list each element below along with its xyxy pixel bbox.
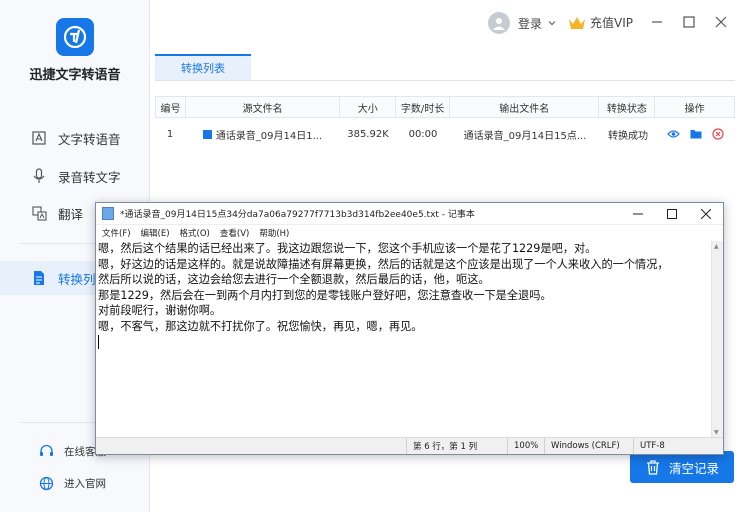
- minimize-icon: [633, 213, 643, 214]
- source-file-name: 通话录音_09月14日1...: [215, 130, 323, 142]
- statusbar-spacer: [96, 438, 406, 454]
- notepad-statusbar: 第 6 行，第 1 列 100% Windows (CRLF) UTF-8: [96, 437, 723, 454]
- menu-edit[interactable]: 编辑(E): [141, 227, 170, 239]
- scroll-down-icon[interactable]: ▼: [714, 429, 719, 436]
- status-text: 转换成功: [608, 130, 648, 142]
- column-header: 输出文件名: [450, 97, 600, 117]
- source-file-cell: 通话录音_09月14日1...: [185, 122, 340, 146]
- login-dropdown[interactable]: 登录: [488, 12, 557, 34]
- maximize-icon: [683, 16, 695, 28]
- table-row: 1 通话录音_09月14日1... 385.92K 00:00 通话录音_09月…: [155, 122, 735, 146]
- notepad-menubar: 文件(F) 编辑(E) 格式(O) 查看(V) 帮助(H): [96, 225, 723, 241]
- translate-icon: [30, 204, 48, 222]
- microphone-icon: [30, 167, 48, 185]
- minimize-button[interactable]: [647, 12, 667, 32]
- logo-icon: [63, 25, 87, 49]
- text-line: 嗯，不客气，那这边就不打扰你了。祝您愉快，再见，嗯，再见。: [98, 319, 423, 333]
- close-icon: [701, 208, 711, 219]
- login-label: 登录: [518, 16, 543, 31]
- close-button[interactable]: [711, 12, 731, 32]
- text-line: 嗯，好这边的话是这样的。就是说故障描述有屏幕更换，然后的话就是这个应该是出现了一…: [98, 257, 669, 271]
- column-header: 操作: [684, 103, 705, 115]
- app-logo: [56, 18, 94, 56]
- notepad-titlebar[interactable]: *通话录音_09月14日15点34分da7a06a79277f7713b3d31…: [96, 203, 723, 225]
- scroll-up-icon[interactable]: ▲: [714, 243, 719, 250]
- line-ending: Windows (CRLF): [544, 438, 633, 454]
- sidebar-official-site[interactable]: 进入官网: [38, 475, 106, 491]
- notepad-icon: [102, 207, 114, 220]
- notepad-close-button[interactable]: [689, 203, 723, 225]
- headset-icon: [38, 443, 54, 459]
- file-size: 385.92K: [347, 128, 389, 140]
- column-header: 源文件名: [186, 97, 341, 117]
- duration: 00:00: [408, 128, 438, 140]
- sidebar-item-label: 翻译: [58, 206, 84, 222]
- text-to-speech-icon: [30, 129, 48, 147]
- row-actions: [656, 122, 735, 146]
- sidebar-item-speech-to-text[interactable]: 录音转文字: [0, 159, 150, 193]
- notepad-window: *通话录音_09月14日15点34分da7a06a79277f7713b3d31…: [95, 202, 724, 455]
- tab-divider: [155, 80, 735, 81]
- zoom-level: 100%: [507, 438, 544, 454]
- vip-label: 充值VIP: [590, 16, 633, 30]
- document-list-icon: [30, 269, 48, 287]
- avatar: [488, 12, 510, 34]
- text-line: 那是1229，然后会在一到两个月内打到您的是零钱账户登好吧，您注意查收一下是全退…: [98, 288, 552, 302]
- notepad-title: *通话录音_09月14日15点34分da7a06a79277f7713b3d31…: [120, 210, 475, 220]
- sidebar-item-label: 录音转文字: [58, 169, 121, 185]
- sidebar-item-text-to-speech[interactable]: 文字转语音: [0, 121, 150, 155]
- table-header: 编号 源文件名 大小 字数/时长 输出文件名 转换状态 操作: [155, 96, 735, 118]
- eye-icon[interactable]: [667, 129, 680, 139]
- notepad-maximize-button[interactable]: [655, 203, 689, 225]
- column-header: 大小: [340, 97, 397, 117]
- column-header: 编号: [156, 97, 186, 117]
- close-icon: [715, 16, 727, 28]
- file-icon: [202, 129, 212, 139]
- user-icon: [493, 18, 505, 30]
- menu-format[interactable]: 格式(O): [180, 227, 210, 239]
- column-header: 转换状态: [599, 97, 656, 117]
- chevron-down-icon: [548, 21, 556, 26]
- app-name: 迅捷文字转语音: [29, 68, 121, 83]
- menu-view[interactable]: 查看(V): [220, 227, 249, 239]
- text-line: 对前段呢行，谢谢你啊。: [98, 304, 222, 317]
- column-header: 字数/时长: [396, 97, 450, 117]
- clear-records-label: 清空记录: [668, 460, 719, 476]
- maximize-button[interactable]: [679, 12, 699, 32]
- encoding: UTF-8: [633, 438, 723, 454]
- menu-file[interactable]: 文件(F): [102, 227, 131, 239]
- trash-icon: [645, 459, 661, 475]
- delete-icon[interactable]: [712, 128, 724, 140]
- clear-records-button[interactable]: 清空记录: [630, 451, 734, 483]
- notepad-minimize-button[interactable]: [621, 203, 655, 225]
- folder-icon[interactable]: [690, 129, 702, 139]
- vertical-scrollbar[interactable]: ▲ ▼: [711, 241, 723, 438]
- crown-icon: [569, 16, 585, 29]
- globe-icon: [38, 475, 54, 491]
- tab-conversion-list[interactable]: 转换列表: [155, 54, 251, 80]
- text-caret-line: [98, 334, 710, 350]
- row-index: 1: [166, 128, 174, 140]
- notepad-text-area[interactable]: 嗯，然后这个结果的话已经出来了。我这边跟您说一下，您这个手机应该一个是花了122…: [97, 241, 711, 438]
- output-file-name: 通话录音_09月14日15点...: [463, 130, 587, 142]
- text-line: 嗯，然后这个结果的话已经出来了。我这边跟您说一下，您这个手机应该一个是花了122…: [98, 242, 597, 255]
- text-caret: [98, 335, 99, 349]
- vip-button[interactable]: 充值VIP: [568, 14, 633, 31]
- maximize-icon: [667, 208, 677, 219]
- sidebar-item-label: 文字转语音: [58, 131, 121, 147]
- minimize-icon: [652, 21, 662, 23]
- text-line: 然后所以说的话，这边会给您去进行一个全额退款，然后最后的话，他，呃这。: [98, 273, 490, 286]
- cursor-position: 第 6 行，第 1 列: [406, 438, 507, 454]
- menu-help[interactable]: 帮助(H): [259, 227, 289, 239]
- footer-item-label: 进入官网: [64, 477, 106, 490]
